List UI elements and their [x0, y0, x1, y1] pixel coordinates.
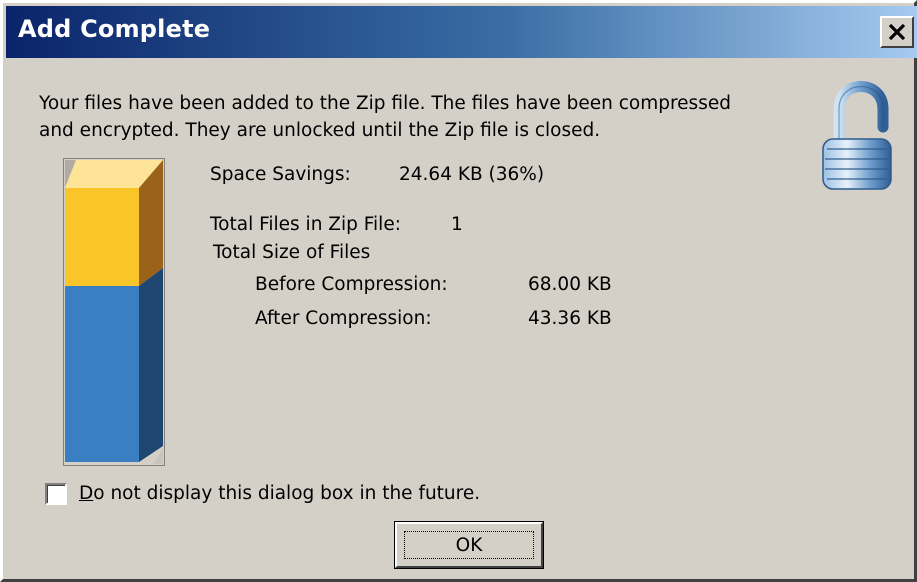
space-savings-label: Space Savings:: [210, 164, 351, 185]
after-compression-value: 43.36 KB: [528, 308, 612, 329]
compressed-segment: [65, 286, 139, 462]
ok-button[interactable]: OK: [394, 521, 544, 569]
title-bar[interactable]: Add Complete: [6, 6, 917, 58]
compression-ratio-bar: [63, 158, 165, 470]
compressed-segment-side: [139, 268, 163, 462]
space-savings-value: 24.64 KB (36%): [399, 164, 545, 185]
dont-show-again-checkbox[interactable]: [45, 483, 67, 505]
total-files-value: 1: [451, 214, 463, 235]
message-line-2: and encrypted. They are unlocked until t…: [39, 120, 601, 141]
savings-segment: [65, 188, 139, 286]
window-title: Add Complete: [18, 15, 211, 43]
message-text: Your files have been added to the Zip fi…: [39, 90, 799, 144]
after-compression-label: After Compression:: [255, 308, 432, 329]
dont-show-again-label[interactable]: Do not display this dialog box in the fu…: [79, 483, 480, 504]
add-complete-dialog: Add Complete Your files have been added …: [0, 0, 917, 582]
dont-show-again-mnemonic: D: [79, 483, 94, 504]
dont-show-again-text: o not display this dialog box in the fut…: [93, 483, 481, 504]
close-button[interactable]: [880, 16, 914, 48]
before-compression-label: Before Compression:: [255, 274, 448, 295]
unlocked-padlock-icon: [819, 81, 895, 197]
total-size-label: Total Size of Files: [213, 242, 371, 263]
message-line-1: Your files have been added to the Zip fi…: [39, 93, 731, 114]
total-files-label: Total Files in Zip File:: [210, 214, 401, 235]
before-compression-value: 68.00 KB: [528, 274, 612, 295]
ok-button-label: OK: [455, 535, 483, 556]
